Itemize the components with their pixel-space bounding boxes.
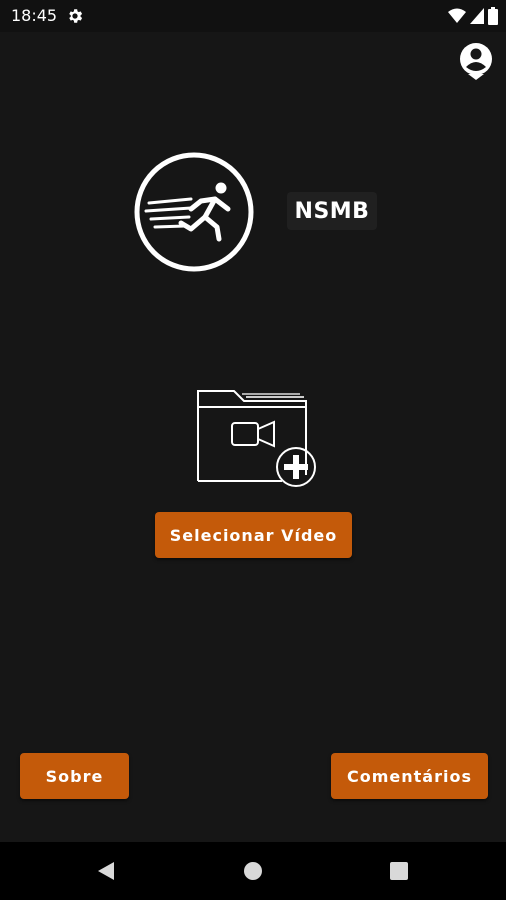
navigation-bar <box>0 842 506 900</box>
settings-icon <box>69 9 83 23</box>
wifi-icon <box>448 8 466 23</box>
video-folder-add-icon <box>197 390 316 487</box>
status-icons <box>448 6 498 26</box>
about-button[interactable]: Sobre <box>20 753 129 799</box>
running-person-icon <box>134 152 254 272</box>
home-icon[interactable] <box>243 861 263 881</box>
signal-icon <box>470 8 484 24</box>
back-icon[interactable] <box>96 861 116 881</box>
battery-icon <box>488 7 498 25</box>
status-bar: 18:45 <box>0 0 506 32</box>
account-circle-icon[interactable] <box>458 42 494 80</box>
select-video-button[interactable]: Selecionar Vídeo <box>155 512 352 558</box>
recents-icon[interactable] <box>390 862 408 880</box>
comments-button[interactable]: Comentários <box>331 753 488 799</box>
status-time: 18:45 <box>11 6 58 25</box>
app-name-badge: NSMB <box>287 192 377 230</box>
